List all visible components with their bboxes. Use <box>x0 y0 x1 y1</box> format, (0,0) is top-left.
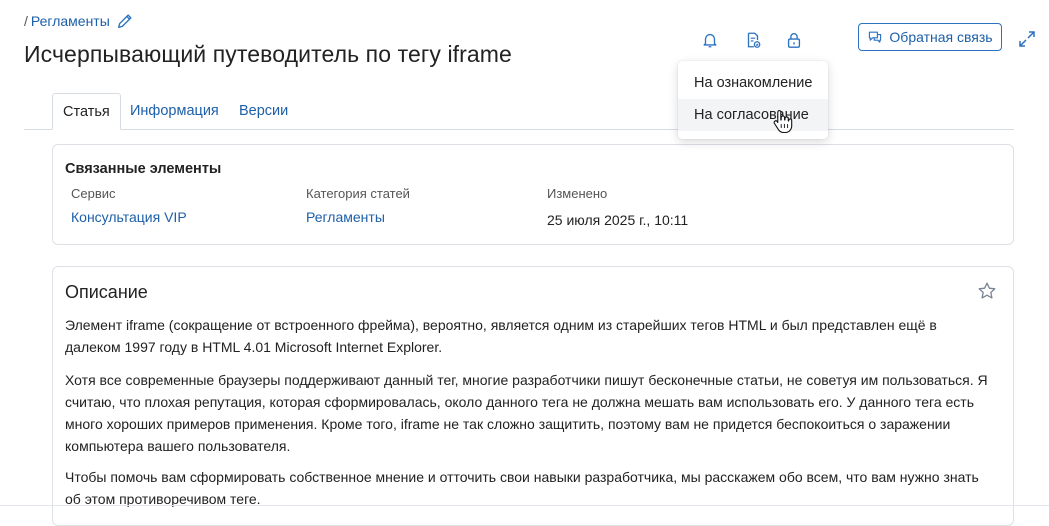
chat-icon <box>869 31 882 43</box>
description-card: Описание Элемент iframe (сокращение от в… <box>52 266 1014 526</box>
lock-icon[interactable] <box>782 28 806 52</box>
description-paragraph: Хотя все современные браузеры поддержива… <box>65 372 988 454</box>
modified-label: Изменено <box>547 186 608 201</box>
star-icon[interactable] <box>977 281 997 301</box>
bottom-divider <box>0 505 1049 506</box>
breadcrumb: / Регламенты <box>24 12 134 30</box>
modified-value: 25 июля 2025 г., 10:11 <box>547 212 689 228</box>
description-title: Описание <box>65 282 148 302</box>
tab-information[interactable]: Информация <box>130 93 219 129</box>
service-link[interactable]: Консультация VIP <box>71 209 187 225</box>
document-send-icon[interactable] <box>741 28 765 52</box>
expand-icon[interactable] <box>1017 29 1037 49</box>
description-paragraph: Элемент iframe (сокращение от встроенног… <box>65 317 937 355</box>
tab-article[interactable]: Статья <box>52 93 121 130</box>
tab-versions[interactable]: Версии <box>239 93 288 129</box>
related-elements-card: Связанные элементы Сервис Консультация V… <box>52 144 1014 245</box>
pencil-icon[interactable] <box>116 12 134 30</box>
breadcrumb-link-reglamenty[interactable]: Регламенты <box>31 13 110 29</box>
related-elements-title: Связанные элементы <box>65 161 222 177</box>
bell-icon[interactable] <box>698 28 722 52</box>
approval-dropdown-menu: На ознакомление На согласование <box>678 61 828 139</box>
tab-bar: Статья Информация Версии <box>24 93 1014 130</box>
feedback-button-label: Обратная связь <box>889 29 993 45</box>
menu-item-approval[interactable]: На согласование <box>678 99 828 131</box>
breadcrumb-separator: / <box>24 13 28 29</box>
service-label: Сервис <box>71 186 116 201</box>
menu-item-familiarization[interactable]: На ознакомление <box>678 67 828 99</box>
description-paragraph: Чтобы помочь вам сформировать собственно… <box>65 469 979 507</box>
category-link[interactable]: Регламенты <box>306 209 385 225</box>
page-title: Исчерпывающий путеводитель по тегу ifram… <box>24 41 512 67</box>
feedback-button[interactable]: Обратная связь <box>858 23 1002 51</box>
category-label: Категория статей <box>306 186 410 201</box>
